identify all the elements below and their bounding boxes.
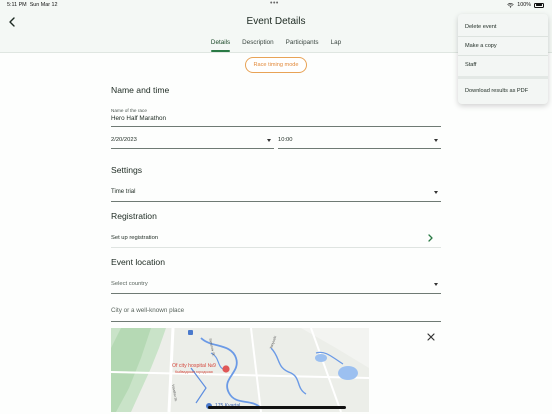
country-select[interactable]: Select country xyxy=(111,276,441,294)
dropdown-caret-icon xyxy=(434,191,438,194)
city-input[interactable]: City or a well-known place xyxy=(111,302,441,322)
setup-registration-label: Set up registration xyxy=(111,235,159,241)
map-graphic xyxy=(111,328,369,412)
city-placeholder: City or a well-known place xyxy=(111,307,185,314)
multitasking-dots-icon[interactable]: ••• xyxy=(270,0,279,7)
menu-item-download-pdf[interactable]: Download results as PDF xyxy=(458,81,548,100)
battery-icon xyxy=(534,2,544,8)
time-select[interactable]: 10:00 xyxy=(278,133,441,149)
status-date: Sun Mar 12 xyxy=(29,2,58,8)
status-time: 5:11 PM Sun Mar 12 xyxy=(7,2,58,8)
section-title-registration: Registration xyxy=(111,211,157,221)
tab-description[interactable]: Description xyxy=(236,37,280,51)
section-title-event-location: Event location xyxy=(111,257,165,267)
race-name-value: Hero Half Marathon xyxy=(111,115,166,122)
race-type-value: Time trial xyxy=(111,189,136,195)
map-hospital-label: Of city hospital №9 xyxy=(172,363,216,369)
details-content: Race timing mode Name and time Name of t… xyxy=(0,53,552,414)
race-timing-mode-button[interactable]: Race timing mode xyxy=(245,57,307,73)
section-title-settings: Settings xyxy=(111,165,143,175)
menu-item-staff[interactable]: Staff xyxy=(458,55,548,74)
tab-lap[interactable]: Lap xyxy=(325,37,348,51)
country-placeholder: Select country xyxy=(111,281,148,287)
status-bar: 5:11 PM Sun Mar 12 ••• 100% xyxy=(0,0,552,10)
wifi-icon xyxy=(507,2,514,8)
home-indicator[interactable] xyxy=(208,406,346,409)
section-title-name-time: Name and time xyxy=(111,85,170,95)
dropdown-caret-icon xyxy=(434,139,438,142)
tab-details[interactable]: Details xyxy=(205,37,236,52)
context-menu: Delete event Make a copy Staff Download … xyxy=(458,14,548,104)
menu-group-divider xyxy=(458,76,548,79)
dropdown-caret-icon xyxy=(434,283,438,286)
status-right: 100% xyxy=(507,2,544,8)
battery-percent: 100% xyxy=(517,2,531,8)
map-hospital-sublabel: Кыйвадская городская xyxy=(175,370,213,374)
chevron-right-icon xyxy=(428,234,433,242)
setup-registration-row[interactable]: Set up registration xyxy=(111,230,441,248)
menu-item-delete-event[interactable]: Delete event xyxy=(458,17,548,36)
race-type-select[interactable]: Time trial xyxy=(111,184,441,202)
dropdown-caret-icon xyxy=(267,139,271,142)
menu-item-make-copy[interactable]: Make a copy xyxy=(458,36,548,55)
tab-participants[interactable]: Participants xyxy=(280,37,325,51)
race-name-label: Name of the race xyxy=(111,108,147,113)
date-select[interactable]: 2/20/2023 xyxy=(111,133,274,149)
location-map[interactable]: Of city hospital №9 Кыйвадская городская… xyxy=(111,328,369,412)
time-value: 10:00 xyxy=(278,137,293,143)
race-name-field[interactable]: Name of the race Hero Half Marathon xyxy=(111,108,441,127)
date-value: 2/20/2023 xyxy=(111,137,137,143)
close-icon[interactable] xyxy=(426,332,436,342)
